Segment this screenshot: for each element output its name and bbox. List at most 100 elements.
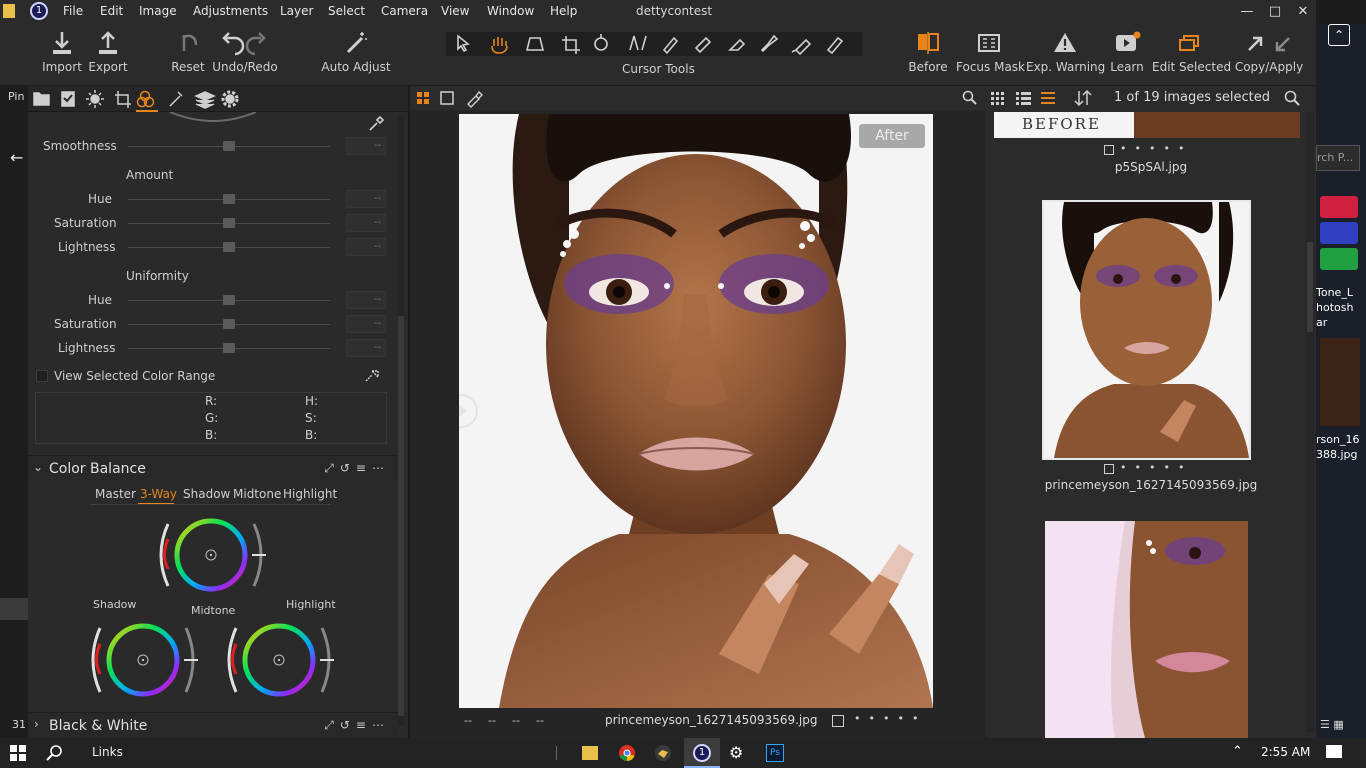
black-white-header[interactable]: › Black & White ⤢↺≡⋯ [28,712,398,738]
thumbnail-1[interactable]: BEFORE [994,112,1300,138]
warning-icon [1054,33,1076,52]
tray-chevron-icon[interactable]: ⌃ [1232,744,1243,759]
eyedropper-icon[interactable] [368,116,384,132]
desktop-icon-label-2: hotosh [1316,301,1354,314]
file-explorer-icon[interactable] [582,746,598,760]
uniformity-hue-value[interactable]: -- [346,291,386,309]
notification-icon[interactable] [1326,745,1342,758]
browser-view-icons[interactable] [986,86,1106,110]
reset-icon [182,34,198,51]
thumbnail-3[interactable] [1045,521,1248,738]
minimize-button[interactable]: — [1236,2,1258,22]
reset-button[interactable]: Reset [168,30,208,74]
app-bird-icon[interactable] [654,744,672,762]
cb-tab-shadow[interactable]: Shadow [183,487,230,501]
highlight-color-wheel[interactable] [224,618,340,698]
import-button[interactable]: Import [42,30,82,74]
capture-one-taskbar-button[interactable]: 1 [684,738,720,768]
taskbar-clock[interactable]: 2:55 AM [1261,745,1310,759]
windows-start-icon[interactable] [10,745,26,761]
panel-scrollbar-thumb[interactable] [398,316,404,716]
close-button[interactable]: ✕ [1292,2,1314,22]
desktop-view-icons[interactable]: ☰ ▦ [1320,718,1360,734]
amount-saturation-value[interactable]: -- [346,214,386,232]
edit-selected-button[interactable]: Edit Selected [1152,30,1231,74]
learn-button[interactable]: Learn [1108,30,1146,74]
menu-image[interactable]: Image [139,4,177,18]
chrome-icon[interactable] [618,744,636,762]
menu-camera[interactable]: Camera [381,4,428,18]
play-overlay-icon[interactable] [459,392,481,430]
section-tool-icons[interactable]: ⤢↺≡⋯ [324,461,390,476]
cb-tab-3way[interactable]: 3-Way [140,487,177,501]
zoom-icon[interactable] [962,90,978,106]
readout-brightness: B: [305,428,318,442]
uniformity-saturation-value[interactable]: -- [346,315,386,333]
undo-redo-button[interactable]: Undo/Redo [212,30,278,74]
export-button[interactable]: Export [88,30,128,74]
star-rating[interactable]: ••••• [854,712,926,725]
photoshop-icon[interactable]: Ps [766,744,784,762]
main-photo[interactable] [459,114,933,708]
amount-hue-slider-knob[interactable] [223,194,235,204]
menu-adjustments[interactable]: Adjustments [193,4,268,18]
section-tool-icons[interactable]: ⤢↺≡⋯ [324,718,390,733]
cb-tab-midtone[interactable]: Midtone [233,487,281,501]
color-picker-icon[interactable] [364,367,382,383]
thumb-1-checkbox[interactable] [1104,145,1114,155]
color-balance-header[interactable]: ⌄ Color Balance ⤢↺≡⋯ [28,455,398,481]
settings-icon[interactable]: ⚙ [729,743,743,762]
thumb-3-image [1045,521,1248,738]
browser-scrollbar-thumb[interactable] [1307,242,1313,332]
shadow-color-wheel[interactable] [88,618,204,698]
copy-apply-button[interactable]: Copy/Apply [1234,30,1304,74]
menu-help[interactable]: Help [550,4,577,18]
taskbar-links[interactable]: Links [92,745,123,759]
menu-view[interactable]: View [441,4,469,18]
amount-hue-value[interactable]: -- [346,190,386,208]
before-after-icon [918,32,939,54]
viewer-mode-icons[interactable] [410,86,500,110]
wheel-label-midtone: Midtone [191,604,236,617]
cb-tab-highlight[interactable]: Highlight [283,487,337,501]
amount-header: Amount [126,168,174,182]
amount-saturation-slider-knob[interactable] [223,218,235,228]
smoothness-value[interactable]: -- [346,137,386,155]
search-icon[interactable] [1284,90,1300,106]
app-title: dettycontest [636,4,713,18]
amount-lightness-slider-knob[interactable] [223,242,235,252]
focus-mask-button[interactable]: Focus Mask [956,30,1025,74]
browser-scrollbar[interactable] [1306,112,1314,732]
desktop-number: 31 [12,718,26,731]
uniformity-saturation-slider-knob[interactable] [223,319,235,329]
uniformity-lightness-slider-knob[interactable] [223,343,235,353]
desktop-icon-label-3: ar [1316,316,1328,329]
amount-lightness-value[interactable]: -- [346,238,386,256]
taskbar-search-icon[interactable] [46,744,64,762]
desktop-icon-label-4: rson_16 [1316,433,1360,446]
menu-edit[interactable]: Edit [100,4,123,18]
menu-window[interactable]: Window [487,4,534,18]
desktop-search-box[interactable]: rch P... [1316,145,1360,171]
thumb-1-rating[interactable]: ••••• [1120,142,1192,155]
thumbnail-2[interactable] [1042,200,1251,460]
auto-adjust-button[interactable]: Auto Adjust [320,30,392,74]
desktop-block [0,598,28,620]
before-button[interactable]: Before [906,30,950,74]
menu-file[interactable]: File [63,4,83,18]
master-color-wheel[interactable] [156,514,266,596]
uniformity-lightness-value[interactable]: -- [346,339,386,357]
tool-tab-icons[interactable] [28,86,258,112]
thumb-2-checkbox[interactable] [1104,464,1114,474]
view-color-range-checkbox[interactable] [36,370,48,382]
menu-select[interactable]: Select [328,4,365,18]
cb-tab-master[interactable]: Master [95,487,136,501]
menu-layer[interactable]: Layer [280,4,313,18]
maximize-button[interactable]: □ [1264,2,1286,22]
thumb-2-rating[interactable]: ••••• [1120,461,1192,474]
rating-checkbox[interactable] [832,715,844,727]
uniformity-hue-slider-knob[interactable] [223,295,235,305]
smoothness-slider-knob[interactable] [223,141,235,151]
panel-scrollbar[interactable] [398,116,404,726]
exp-warning-button[interactable]: Exp. Warning [1026,30,1105,74]
